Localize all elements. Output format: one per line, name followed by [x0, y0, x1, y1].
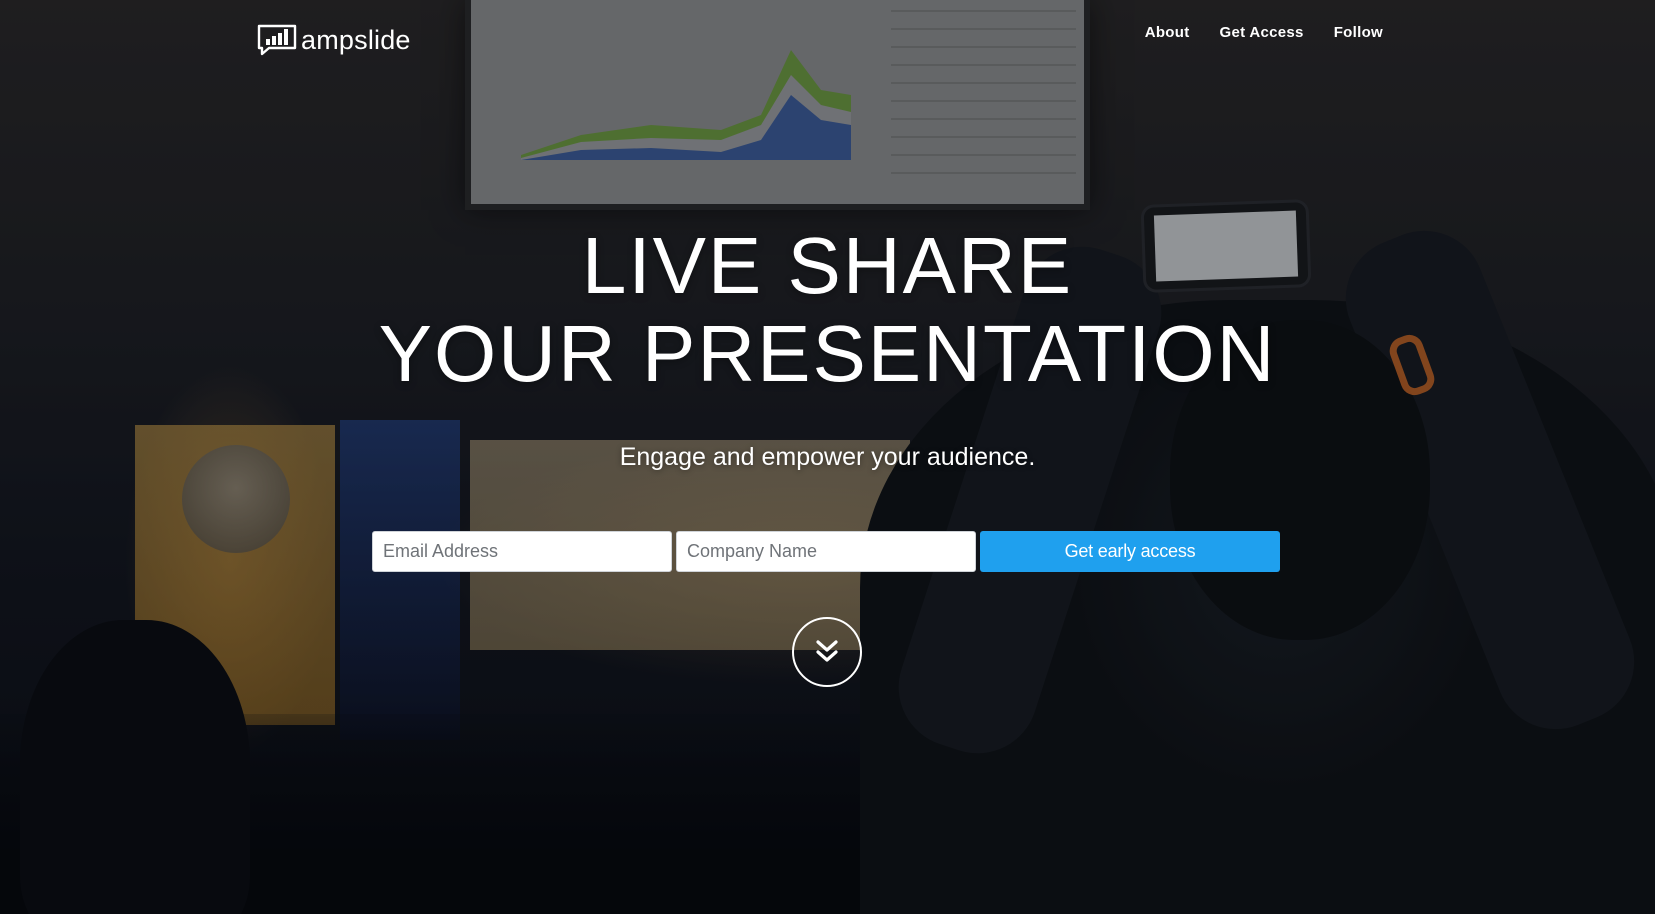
presentation-bars-icon — [257, 24, 297, 56]
brand-name: ampslide — [301, 24, 411, 55]
nav-link-get-access[interactable]: Get Access — [1220, 24, 1304, 41]
company-name-input[interactable] — [676, 531, 976, 572]
email-input[interactable] — [372, 531, 672, 572]
scroll-down-button[interactable] — [792, 617, 862, 687]
hero-section: ampslide About Get Access Follow LIVE SH… — [0, 0, 1655, 914]
headline-line-2: YOUR PRESENTATION — [378, 309, 1277, 398]
brand-logo[interactable]: ampslide — [257, 24, 411, 56]
nav-link-follow[interactable]: Follow — [1334, 24, 1383, 41]
early-access-form: Get early access — [372, 531, 1280, 572]
double-chevron-down-icon — [816, 640, 838, 662]
hero-headline: LIVE SHARE YOUR PRESENTATION — [0, 222, 1655, 398]
hero-subheadline: Engage and empower your audience. — [619, 443, 1036, 471]
top-navigation-bar: ampslide About Get Access Follow — [0, 0, 1655, 80]
main-nav: About Get Access Follow — [1145, 24, 1383, 41]
nav-link-about[interactable]: About — [1145, 24, 1190, 41]
get-early-access-button[interactable]: Get early access — [980, 531, 1280, 572]
headline-line-1: LIVE SHARE — [581, 221, 1074, 310]
